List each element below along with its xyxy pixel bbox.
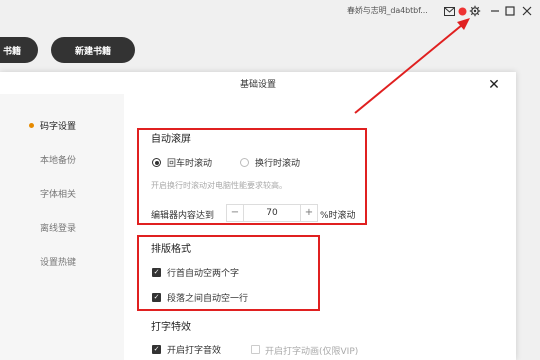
settings-sidebar: 码字设置 本地备份 字体相关 离线登录 设置热键 xyxy=(0,94,124,360)
active-indicator-icon xyxy=(29,123,34,128)
books-button-label: 书籍 xyxy=(2,46,21,57)
new-book-button[interactable]: 新建书籍 xyxy=(51,37,135,63)
sidebar-item-hotkeys[interactable]: 设置热键 xyxy=(40,255,76,268)
notification-badge-icon[interactable] xyxy=(455,4,469,18)
sidebar-item-font[interactable]: 字体相关 xyxy=(40,187,76,200)
annotation-box-layout-format xyxy=(137,235,320,311)
sidebar-item-local-backup[interactable]: 本地备份 xyxy=(40,153,76,166)
dialog-close-button[interactable]: ✕ xyxy=(486,77,502,93)
mail-icon[interactable] xyxy=(442,4,456,18)
books-button[interactable]: 书籍 xyxy=(0,37,38,63)
typing-effect-title: 打字特效 xyxy=(151,322,191,333)
sidebar-item-typing-settings[interactable]: 码字设置 xyxy=(40,119,76,132)
close-icon[interactable] xyxy=(520,4,534,18)
new-book-button-label: 新建书籍 xyxy=(74,46,111,57)
annotation-box-auto-scroll xyxy=(137,128,367,225)
user-name[interactable]: 春娇与志明_da4btbf... xyxy=(347,5,428,16)
settings-icon[interactable] xyxy=(468,4,482,18)
minimize-icon[interactable] xyxy=(488,4,502,18)
checkbox-typing-sound[interactable]: ✓ xyxy=(152,345,161,354)
title-bar: 春娇与志明_da4btbf... xyxy=(0,0,540,24)
checkbox-typing-animation[interactable] xyxy=(251,345,260,354)
sidebar-item-offline-login[interactable]: 离线登录 xyxy=(40,221,76,234)
option-typing-animation-label[interactable]: 开启打字动画(仅限VIP) xyxy=(265,344,358,357)
option-typing-sound-label[interactable]: 开启打字音效 xyxy=(167,343,221,356)
maximize-icon[interactable] xyxy=(503,4,517,18)
